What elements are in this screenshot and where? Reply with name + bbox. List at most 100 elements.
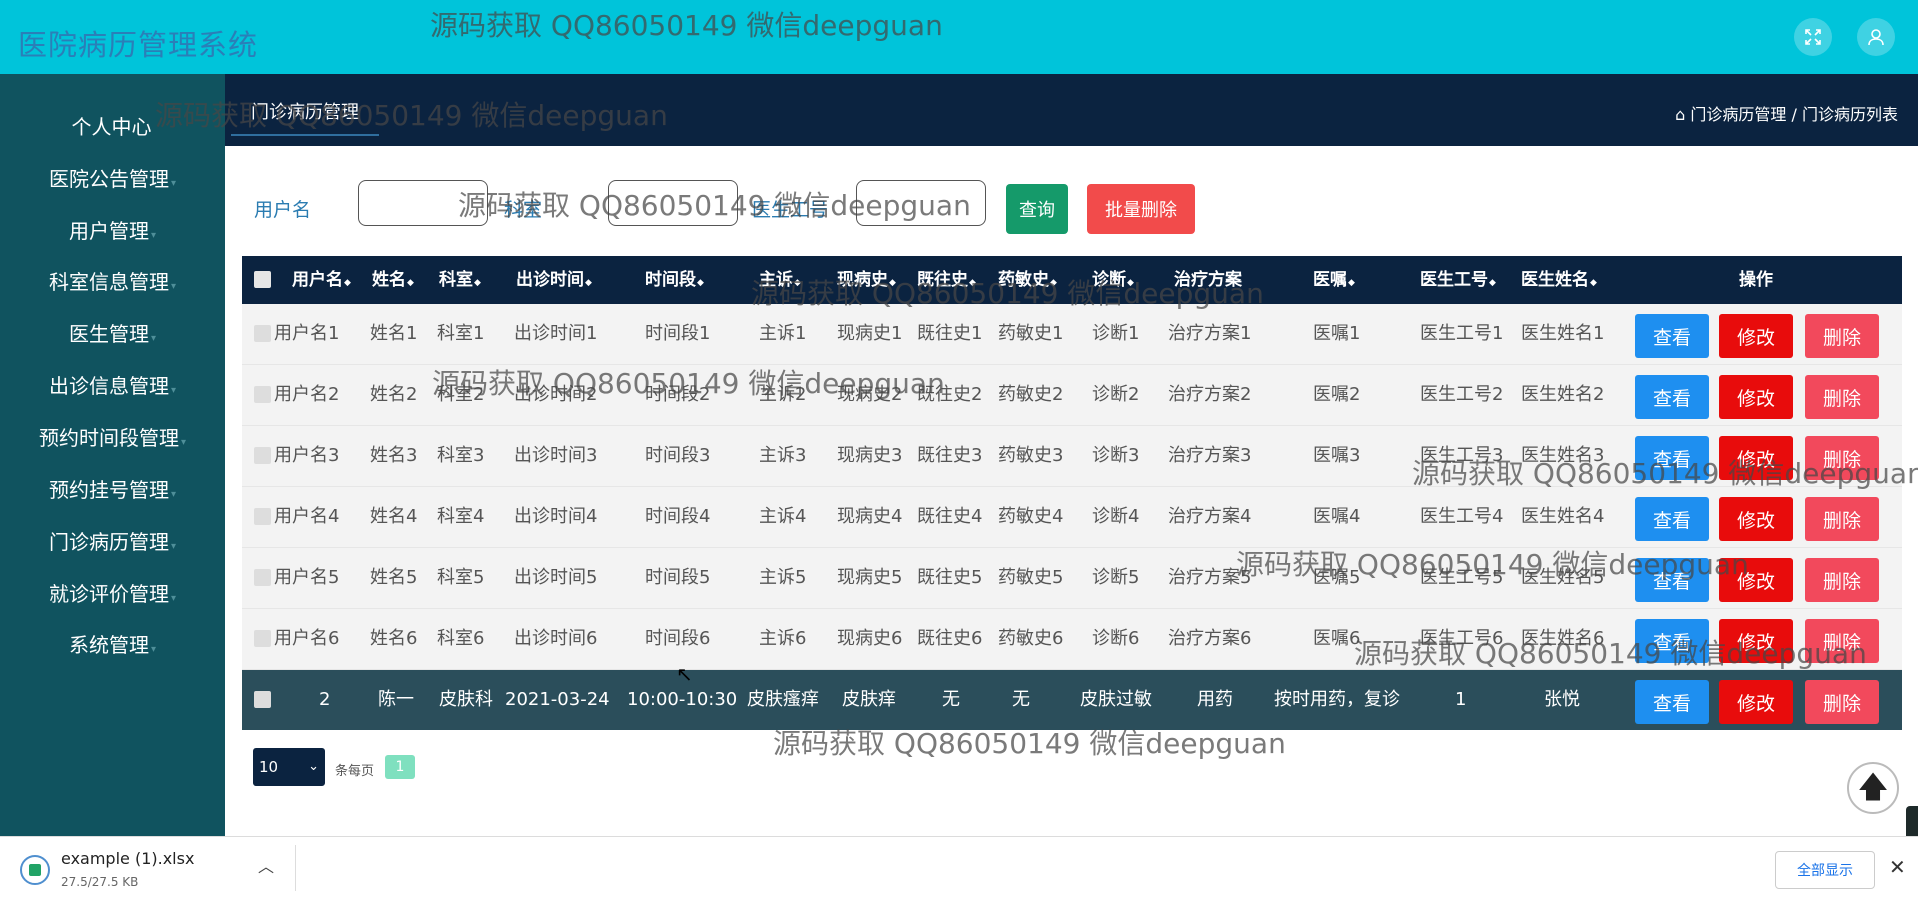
row-checkbox[interactable]: [254, 508, 271, 525]
close-icon[interactable]: ✕: [1889, 855, 1906, 879]
col-header-name[interactable]: 姓名◆: [372, 256, 414, 307]
chevron-up-icon[interactable]: ︿: [258, 853, 274, 877]
cell-advice: 医嘱5: [1313, 567, 1361, 588]
view-button[interactable]: 查看: [1635, 314, 1709, 358]
sidebar-item-medical-records[interactable]: 门诊病历管理 ▾: [0, 526, 225, 555]
tab-medical-records[interactable]: 门诊病历管理: [231, 98, 379, 136]
batch-delete-button[interactable]: 批量删除: [1087, 184, 1195, 234]
sort-icon: ◆: [1590, 278, 1597, 288]
delete-button[interactable]: 删除: [1805, 558, 1879, 602]
view-button[interactable]: 查看: [1635, 375, 1709, 419]
sidebar-item-system[interactable]: 系统管理 ▾: [0, 629, 225, 658]
view-button[interactable]: 查看: [1635, 680, 1709, 724]
col-header-allergy[interactable]: 药敏史◆: [998, 256, 1057, 307]
col-header-department[interactable]: 科室◆: [439, 256, 481, 307]
cell-name: 姓名4: [370, 506, 418, 527]
row-checkbox[interactable]: [254, 447, 271, 464]
delete-button[interactable]: 删除: [1805, 314, 1879, 358]
page-button-1[interactable]: 1: [385, 755, 415, 779]
sidebar-item-visits[interactable]: 出诊信息管理 ▾: [0, 370, 225, 399]
chevron-down-icon: ⌄: [308, 759, 319, 774]
delete-button[interactable]: 删除: [1805, 375, 1879, 419]
delete-button[interactable]: 删除: [1805, 619, 1879, 663]
row-checkbox[interactable]: [254, 630, 271, 647]
cell-present-history: 现病史6: [837, 628, 903, 649]
cell-diagnosis: 诊断6: [1092, 628, 1140, 649]
cell-department: 皮肤科: [439, 689, 493, 710]
cell-name: 姓名6: [370, 628, 418, 649]
cell-present-history: 现病史1: [837, 323, 903, 344]
sidebar-item-time-slots[interactable]: 预约时间段管理 ▾: [0, 422, 225, 451]
sidebar-item-notice[interactable]: 医院公告管理 ▾: [0, 163, 225, 192]
doctor-id-input[interactable]: [856, 180, 986, 226]
col-header-diagnosis[interactable]: 诊断◆: [1092, 256, 1134, 307]
cell-username: 用户名1: [274, 323, 340, 344]
department-input[interactable]: [608, 180, 738, 226]
chevron-down-icon: ▾: [170, 489, 177, 500]
delete-button[interactable]: 删除: [1805, 680, 1879, 724]
cell-time-slot: 时间段2: [645, 384, 711, 405]
col-header-present-history[interactable]: 现病史◆: [837, 256, 896, 307]
sidebar-item-evaluations[interactable]: 就诊评价管理 ▾: [0, 578, 225, 607]
sidebar-item-appointments[interactable]: 预约挂号管理 ▾: [0, 474, 225, 503]
edit-button[interactable]: 修改: [1719, 436, 1793, 480]
view-button[interactable]: 查看: [1635, 558, 1709, 602]
cell-present-history: 现病史5: [837, 567, 903, 588]
sidebar-item-department[interactable]: 科室信息管理 ▾: [0, 266, 225, 295]
col-header-doctor-id[interactable]: 医生工号◆: [1420, 256, 1496, 307]
sidebar-item-personal-center[interactable]: 个人中心: [0, 111, 225, 140]
edit-button[interactable]: 修改: [1719, 680, 1793, 724]
cell-treatment: 治疗方案4: [1168, 506, 1252, 527]
col-header-username[interactable]: 用户名◆: [292, 256, 351, 307]
cell-complaint: 主诉4: [759, 506, 807, 527]
cell-complaint: 皮肤瘙痒: [747, 689, 819, 710]
sidebar-item-doctors[interactable]: 医生管理 ▾: [0, 318, 225, 347]
delete-button[interactable]: 删除: [1805, 497, 1879, 541]
cell-allergy: 药敏史2: [998, 384, 1064, 405]
cell-advice: 医嘱2: [1313, 384, 1361, 405]
sort-icon: ◆: [585, 278, 592, 288]
query-button[interactable]: 查询: [1006, 184, 1068, 234]
cell-doctor-name: 张悦: [1544, 689, 1580, 710]
col-header-complaint[interactable]: 主诉◆: [759, 256, 801, 307]
page-size-select[interactable]: 10 ⌄: [253, 748, 325, 786]
row-checkbox[interactable]: [254, 325, 271, 342]
username-input[interactable]: [358, 180, 488, 226]
edit-button[interactable]: 修改: [1719, 314, 1793, 358]
select-all-checkbox[interactable]: [254, 271, 271, 288]
view-button[interactable]: 查看: [1635, 497, 1709, 541]
scroll-top-button[interactable]: 🡅: [1847, 762, 1899, 814]
cell-time-slot: 时间段4: [645, 506, 711, 527]
cell-doctor-id: 医生工号5: [1420, 567, 1504, 588]
sort-icon: ◆: [697, 278, 704, 288]
delete-button[interactable]: 删除: [1805, 436, 1879, 480]
row-checkbox[interactable]: [254, 691, 271, 708]
search-label-username: 用户名: [254, 199, 312, 221]
row-checkbox[interactable]: [254, 386, 271, 403]
edit-button[interactable]: 修改: [1719, 619, 1793, 663]
row-checkbox[interactable]: [254, 569, 271, 586]
edit-button[interactable]: 修改: [1719, 375, 1793, 419]
edit-button[interactable]: 修改: [1719, 558, 1793, 602]
fullscreen-icon[interactable]: [1794, 18, 1832, 56]
download-file-name[interactable]: example (1).xlsx: [61, 849, 194, 868]
col-header-treatment: 治疗方案: [1174, 270, 1242, 290]
sidebar-item-users[interactable]: 用户管理 ▾: [0, 215, 225, 244]
home-icon[interactable]: ⌂: [1675, 105, 1685, 124]
col-header-doctor-name[interactable]: 医生姓名◆: [1521, 256, 1597, 307]
edit-button[interactable]: 修改: [1719, 497, 1793, 541]
col-header-past-history[interactable]: 既往史◆: [917, 256, 976, 307]
view-button[interactable]: 查看: [1635, 619, 1709, 663]
col-header-time-slot[interactable]: 时间段◆: [645, 256, 704, 307]
table-row: 用户名1 姓名1 科室1 出诊时间1 时间段1 主诉1 现病史1 既往史1 药敏史1 诊断1 治疗方…: [242, 304, 1902, 365]
chevron-down-icon: ▾: [170, 541, 177, 552]
cell-allergy: 药敏史5: [998, 567, 1064, 588]
col-header-advice[interactable]: 医嘱◆: [1313, 256, 1355, 307]
col-header-visit-time[interactable]: 出诊时间◆: [516, 256, 592, 307]
view-button[interactable]: 查看: [1635, 436, 1709, 480]
cell-past-history: 既往史3: [917, 445, 983, 466]
user-icon[interactable]: [1857, 18, 1895, 56]
show-all-button[interactable]: 全部显示: [1775, 851, 1875, 889]
cell-past-history: 既往史6: [917, 628, 983, 649]
cell-present-history: 现病史4: [837, 506, 903, 527]
